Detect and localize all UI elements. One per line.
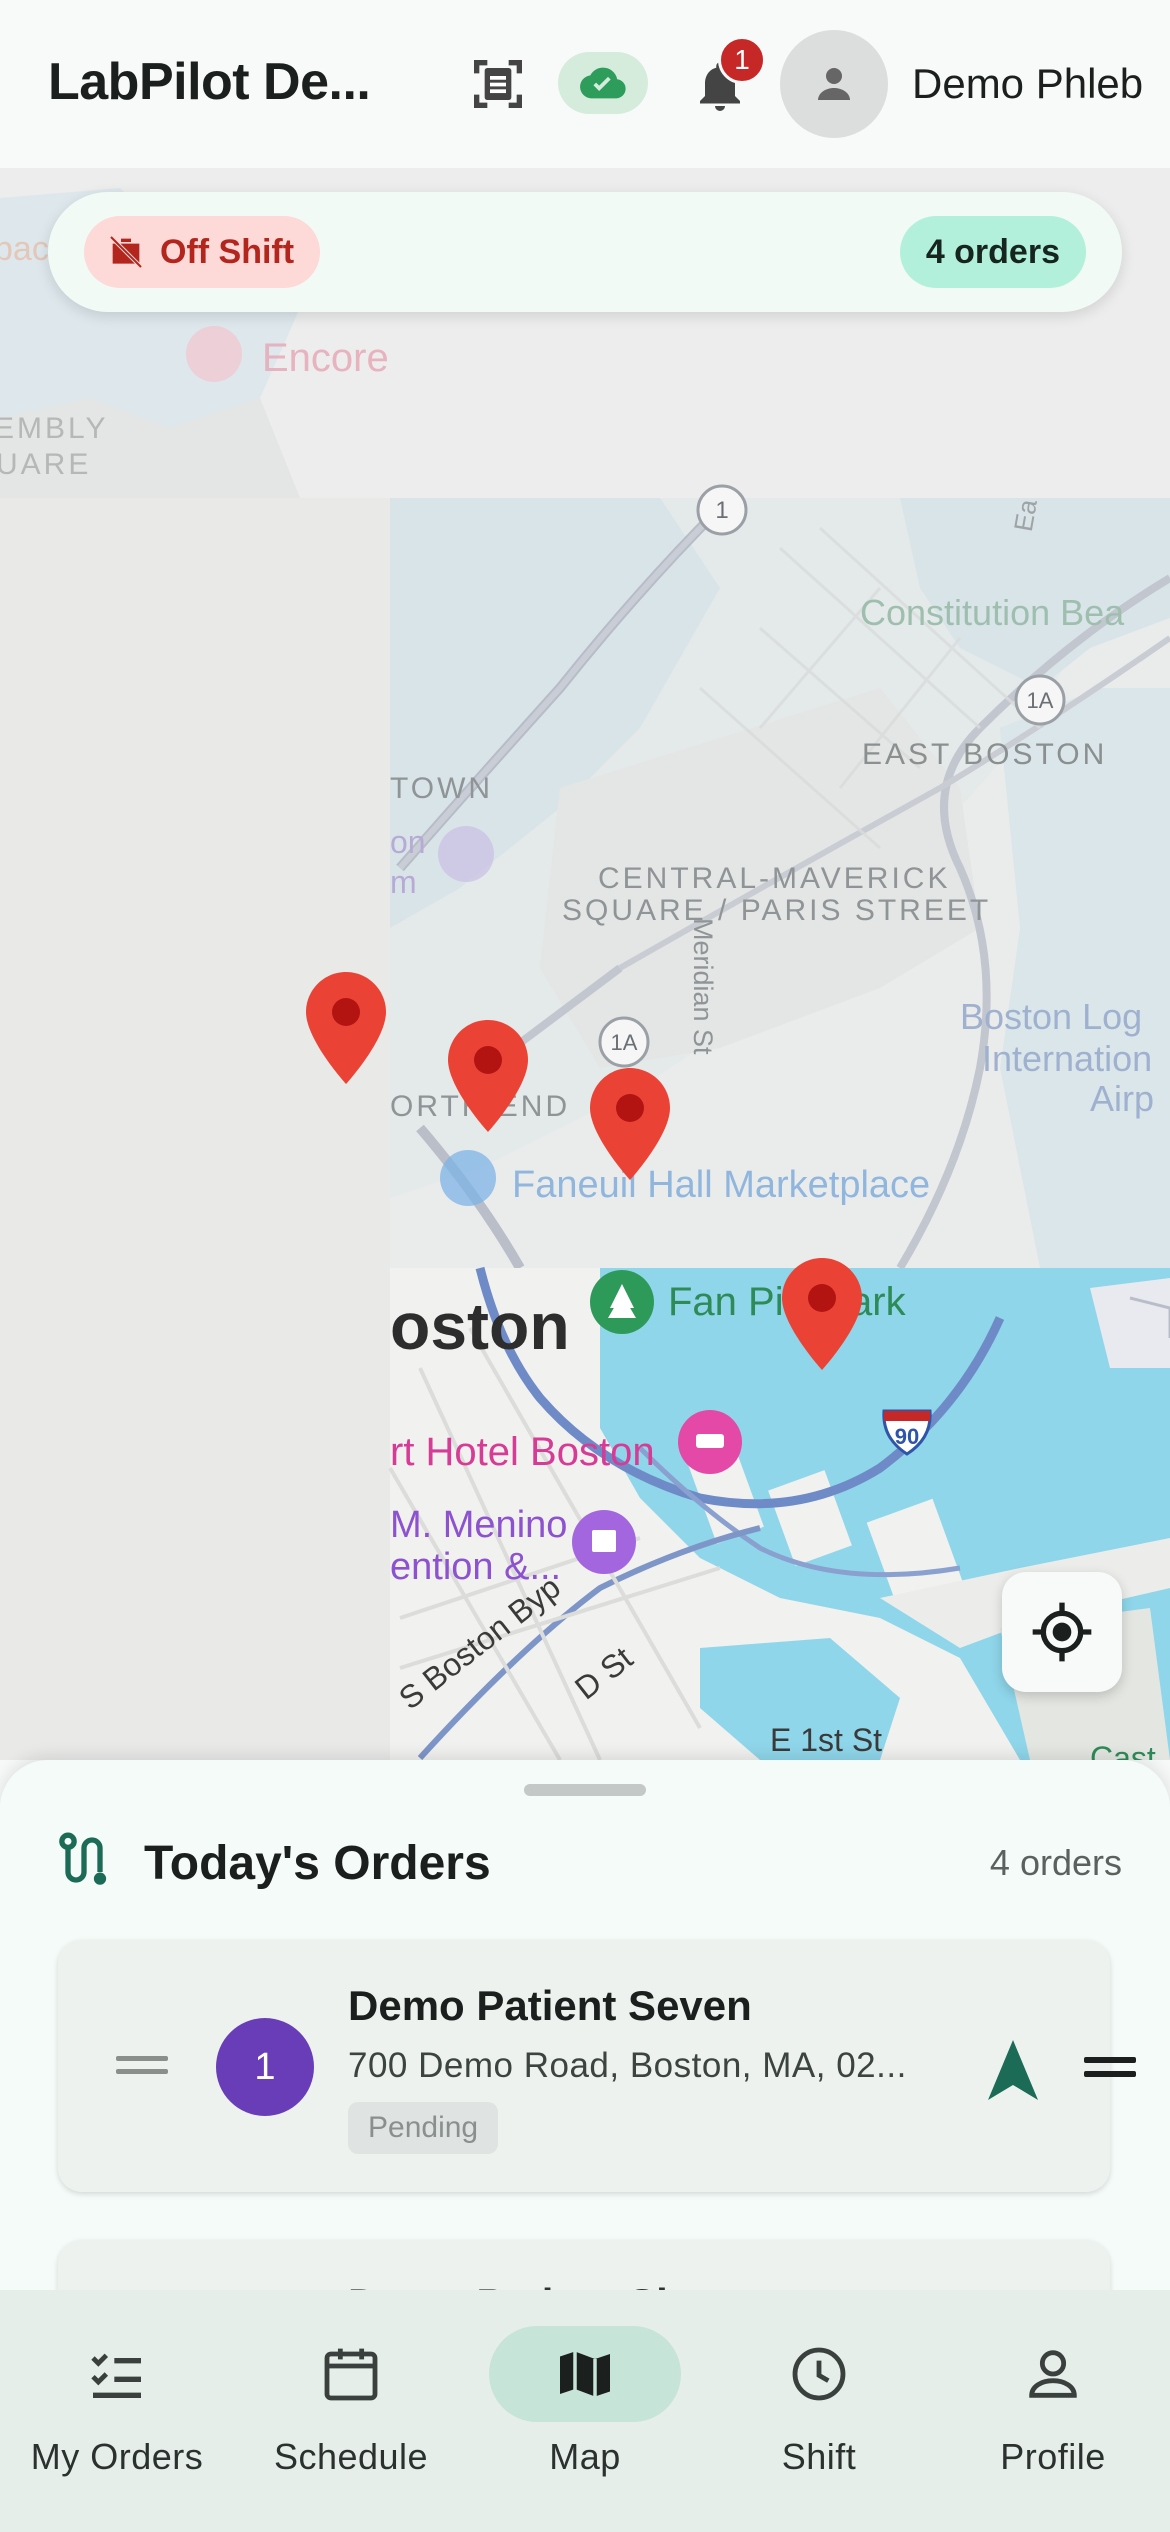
nav-item-my-orders[interactable]: My Orders	[0, 2326, 234, 2506]
sheet-title: Today's Orders	[144, 1837, 491, 1890]
shift-status-card: Off Shift 4 orders	[48, 192, 1122, 312]
map-icon	[560, 2351, 610, 2399]
order-card[interactable]: 1 Demo Patient Seven 700 Demo Road, Bost…	[58, 1940, 1136, 2192]
map-pin-2[interactable]	[448, 1020, 528, 1132]
map-label-fan-pier: Fan Pi	[668, 1280, 784, 1324]
map-label-east-boston: EAST BOSTON	[862, 738, 1108, 771]
map-label-constitution: Constitution Bea	[860, 592, 1125, 633]
my-location-button[interactable]	[1002, 1572, 1122, 1692]
map-label-ea: Ea	[1007, 497, 1043, 534]
order-patient-name: Demo Patient Si...	[348, 2280, 703, 2290]
nav-item-profile[interactable]: Profile	[936, 2326, 1170, 2506]
map-label-assembly: EMBLY	[0, 412, 109, 445]
nav-label: Map	[549, 2436, 621, 2477]
route-icon	[59, 1832, 107, 1885]
order-status-badge: Pending	[348, 2102, 499, 2154]
checklist-icon	[91, 2353, 141, 2398]
map-label-logan-2: Internation	[982, 1038, 1153, 1079]
cloud-done-icon	[580, 67, 626, 99]
off-shift-chip[interactable]: Off Shift	[84, 216, 321, 288]
map-label-town: TOWN	[390, 772, 494, 805]
user-name[interactable]: Demo Phleb	[912, 60, 1143, 108]
map-canvas: 90 1 1A 1A	[0, 168, 1170, 1760]
notification-badge: 1	[718, 36, 766, 84]
order-address: 700 Demo Road, Boston, MA, 02...	[348, 2046, 907, 2085]
svg-text:1A: 1A	[611, 1030, 638, 1055]
map-label-m: m	[390, 864, 417, 900]
sheet-drag-handle[interactable]	[524, 1784, 646, 1796]
drag-handle-icon[interactable]	[116, 2052, 168, 2080]
map-label-bac: bac	[0, 230, 49, 268]
document-scanner-icon	[474, 60, 522, 108]
map-label-cast: Cast	[1090, 1740, 1156, 1760]
reorder-icon[interactable]	[1084, 2054, 1136, 2080]
order-patient-name: Demo Patient Seven	[348, 1982, 752, 2029]
map-label-meridian: Meridian St	[688, 918, 718, 1055]
map-label-logan-3: Airp	[1090, 1078, 1155, 1119]
nav-item-map[interactable]: Map	[468, 2326, 702, 2506]
clock-icon	[792, 2347, 846, 2401]
nav-item-shift[interactable]: Shift	[702, 2326, 936, 2506]
map-label-central-2: SQUARE / PARIS STREET	[562, 894, 992, 927]
svg-text:90: 90	[895, 1424, 919, 1449]
navigate-icon[interactable]	[988, 2040, 1038, 2100]
map-label-square: UARE	[0, 448, 92, 481]
svg-text:1A: 1A	[1027, 688, 1054, 713]
off-shift-label: Off Shift	[160, 232, 295, 271]
order-card[interactable]: Demo Patient Si...	[58, 2240, 1110, 2290]
map-label-e-1st: E 1st St	[770, 1722, 883, 1758]
map-label-encore: Encore	[262, 336, 389, 380]
nav-item-schedule[interactable]: Schedule	[234, 2326, 468, 2506]
map-label-on: on	[390, 824, 426, 860]
map-pin-1[interactable]	[306, 972, 386, 1084]
map-pin-3[interactable]	[590, 1068, 670, 1180]
sync-status-chip[interactable]	[558, 52, 648, 114]
map-label-faneuil: Faneuil Hall Marketplace	[512, 1164, 931, 1206]
nav-label: Schedule	[273, 2436, 429, 2477]
map-label-menino-1: M. Menino	[390, 1504, 568, 1546]
map-label-boston: oston	[390, 1289, 570, 1363]
top-app-bar: LabPilot De... 1 Demo Phleb	[0, 0, 1170, 168]
orders-bottom-sheet[interactable]: Today's Orders 4 orders 1 Demo Patient S…	[0, 1760, 1170, 2290]
sheet-order-count: 4 orders	[989, 1842, 1122, 1883]
nav-label: Profile	[1000, 2436, 1106, 2477]
work-off-icon	[109, 235, 143, 269]
calendar-icon	[324, 2348, 378, 2401]
person-icon	[1029, 2350, 1077, 2398]
map-view[interactable]: 90 1 1A 1A Encore EMBLY UARE bac Constit…	[0, 168, 1170, 1760]
app-title: LabPilot De...	[48, 53, 371, 111]
avatar[interactable]	[780, 30, 888, 138]
document-scanner-button[interactable]	[462, 48, 534, 120]
map-pin-4[interactable]	[782, 1258, 862, 1370]
orders-count-chip[interactable]: 4 orders	[899, 216, 1086, 288]
my-location-icon	[1032, 1602, 1092, 1662]
map-label-hotel: rt Hotel Boston	[390, 1430, 655, 1474]
map-label-central-1: CENTRAL-MAVERICK	[598, 862, 951, 895]
nav-active-indicator	[489, 2326, 681, 2422]
nav-label: My Orders	[30, 2436, 204, 2477]
order-sequence-number: 1	[216, 2018, 314, 2116]
route-1-label: 1	[715, 497, 728, 524]
nav-label: Shift	[781, 2436, 857, 2477]
map-label-logan-1: Boston Log	[960, 996, 1143, 1037]
bottom-navigation: My Orders Schedule Map Shift Profile	[0, 2290, 1170, 2532]
person-icon	[818, 68, 850, 100]
